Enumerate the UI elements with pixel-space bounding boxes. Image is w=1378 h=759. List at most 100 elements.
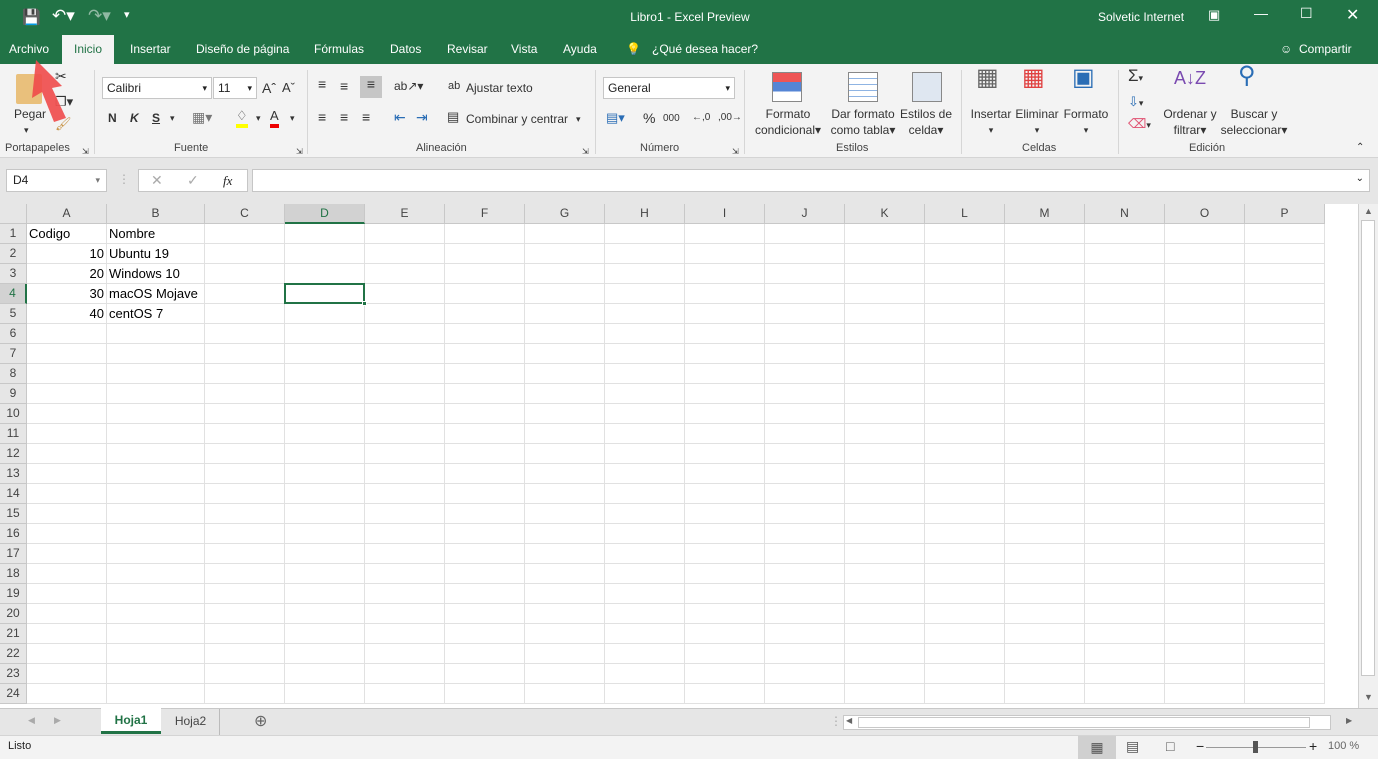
format-as-table-button[interactable]: Dar formato como tabla▾ <box>826 106 900 138</box>
row-header-1[interactable]: 1 <box>0 224 27 244</box>
select-all-corner[interactable] <box>0 204 27 224</box>
cell-H18[interactable] <box>605 564 685 584</box>
cell-F14[interactable] <box>445 484 525 504</box>
cell-G24[interactable] <box>525 684 605 704</box>
cell-A3[interactable]: 20 <box>27 264 107 284</box>
cell-F9[interactable] <box>445 384 525 404</box>
cell-O15[interactable] <box>1165 504 1245 524</box>
cell-J3[interactable] <box>765 264 845 284</box>
cell-L4[interactable] <box>925 284 1005 304</box>
cell-C5[interactable] <box>205 304 285 324</box>
cell-B7[interactable] <box>107 344 205 364</box>
cell-P17[interactable] <box>1245 544 1325 564</box>
cell-P18[interactable] <box>1245 564 1325 584</box>
cell-P9[interactable] <box>1245 384 1325 404</box>
cell-I14[interactable] <box>685 484 765 504</box>
cell-L11[interactable] <box>925 424 1005 444</box>
cell-F1[interactable] <box>445 224 525 244</box>
cell-M8[interactable] <box>1005 364 1085 384</box>
cell-K5[interactable] <box>845 304 925 324</box>
column-header-p[interactable]: P <box>1245 204 1325 224</box>
undo-icon[interactable]: ↶▾ <box>52 6 75 26</box>
column-header-d[interactable]: D <box>285 204 365 224</box>
cell-D16[interactable] <box>285 524 365 544</box>
cell-F21[interactable] <box>445 624 525 644</box>
cell-K8[interactable] <box>845 364 925 384</box>
cell-J7[interactable] <box>765 344 845 364</box>
cell-P6[interactable] <box>1245 324 1325 344</box>
cell-C22[interactable] <box>205 644 285 664</box>
cell-H9[interactable] <box>605 384 685 404</box>
redo-icon[interactable]: ↷▾ <box>88 6 111 26</box>
row-header-4[interactable]: 4 <box>0 284 27 304</box>
cell-M1[interactable] <box>1005 224 1085 244</box>
cell-M24[interactable] <box>1005 684 1085 704</box>
cell-N23[interactable] <box>1085 664 1165 684</box>
cell-O17[interactable] <box>1165 544 1245 564</box>
cell-I1[interactable] <box>685 224 765 244</box>
cell-I7[interactable] <box>685 344 765 364</box>
cell-K4[interactable] <box>845 284 925 304</box>
cell-C24[interactable] <box>205 684 285 704</box>
cell-L6[interactable] <box>925 324 1005 344</box>
sort-filter-button[interactable]: Ordenar y filtrar▾ <box>1160 106 1220 138</box>
cell-N20[interactable] <box>1085 604 1165 624</box>
cell-O10[interactable] <box>1165 404 1245 424</box>
cell-M17[interactable] <box>1005 544 1085 564</box>
align-center-icon[interactable]: ≡ <box>340 109 348 125</box>
cell-N11[interactable] <box>1085 424 1165 444</box>
cell-I11[interactable] <box>685 424 765 444</box>
cell-C15[interactable] <box>205 504 285 524</box>
cell-P4[interactable] <box>1245 284 1325 304</box>
cell-L12[interactable] <box>925 444 1005 464</box>
cell-F16[interactable] <box>445 524 525 544</box>
cell-D10[interactable] <box>285 404 365 424</box>
cell-E22[interactable] <box>365 644 445 664</box>
cell-D24[interactable] <box>285 684 365 704</box>
cell-H11[interactable] <box>605 424 685 444</box>
number-format-select[interactable]: General ▾ <box>603 77 735 99</box>
cell-H2[interactable] <box>605 244 685 264</box>
cell-H4[interactable] <box>605 284 685 304</box>
cell-H7[interactable] <box>605 344 685 364</box>
add-sheet-icon[interactable]: ⊕ <box>254 711 267 731</box>
cell-J9[interactable] <box>765 384 845 404</box>
cell-D7[interactable] <box>285 344 365 364</box>
cell-M19[interactable] <box>1005 584 1085 604</box>
cell-D5[interactable] <box>285 304 365 324</box>
font-size-select[interactable]: 11 ▾ <box>213 77 257 99</box>
cell-B16[interactable] <box>107 524 205 544</box>
cell-L9[interactable] <box>925 384 1005 404</box>
cell-I10[interactable] <box>685 404 765 424</box>
cell-D20[interactable] <box>285 604 365 624</box>
cell-I21[interactable] <box>685 624 765 644</box>
cell-B11[interactable] <box>107 424 205 444</box>
column-header-c[interactable]: C <box>205 204 285 224</box>
row-header-22[interactable]: 22 <box>0 644 27 664</box>
cell-A19[interactable] <box>27 584 107 604</box>
cell-E20[interactable] <box>365 604 445 624</box>
font-name-select[interactable]: Calibri ▾ <box>102 77 212 99</box>
cell-B12[interactable] <box>107 444 205 464</box>
cell-N15[interactable] <box>1085 504 1165 524</box>
cell-F24[interactable] <box>445 684 525 704</box>
cell-C23[interactable] <box>205 664 285 684</box>
increase-font-icon[interactable]: Aˆ <box>262 80 276 96</box>
cell-E10[interactable] <box>365 404 445 424</box>
cell-K13[interactable] <box>845 464 925 484</box>
cell-L3[interactable] <box>925 264 1005 284</box>
cell-A12[interactable] <box>27 444 107 464</box>
tab-insertar[interactable]: Insertar <box>130 35 171 64</box>
cell-O14[interactable] <box>1165 484 1245 504</box>
ribbon-display-icon[interactable]: ▣ <box>1208 7 1220 23</box>
cell-K12[interactable] <box>845 444 925 464</box>
cell-I18[interactable] <box>685 564 765 584</box>
accounting-format-icon[interactable]: ▤▾ <box>606 110 625 126</box>
cell-G6[interactable] <box>525 324 605 344</box>
cell-O2[interactable] <box>1165 244 1245 264</box>
fill-color-dropdown-icon[interactable]: ▾ <box>256 110 261 126</box>
cell-N8[interactable] <box>1085 364 1165 384</box>
cell-K3[interactable] <box>845 264 925 284</box>
selected-cell-border[interactable] <box>284 283 367 306</box>
cell-G1[interactable] <box>525 224 605 244</box>
